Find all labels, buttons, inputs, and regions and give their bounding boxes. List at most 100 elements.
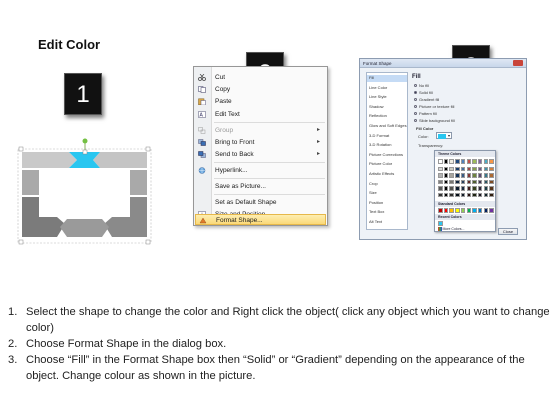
theme-color-swatch[interactable]: [443, 166, 449, 171]
standard-color-swatch[interactable]: [483, 208, 489, 213]
recent-color-swatch[interactable]: [438, 221, 443, 226]
category-item[interactable]: 3-D Rotation: [369, 142, 391, 149]
radio-no-fill[interactable]: No fill: [414, 83, 429, 88]
category-item[interactable]: Position: [369, 200, 383, 207]
menu-item-format-shape[interactable]: Format Shape...: [195, 214, 326, 225]
category-item[interactable]: Picture Corrections: [369, 152, 403, 159]
theme-color-swatch[interactable]: [460, 166, 466, 171]
standard-color-swatch[interactable]: [449, 208, 454, 213]
menu-item-group[interactable]: Group ▸: [195, 125, 326, 136]
theme-color-swatch[interactable]: [477, 186, 483, 191]
theme-color-swatch[interactable]: [443, 159, 449, 164]
standard-color-swatch[interactable]: [455, 208, 460, 213]
theme-color-swatch[interactable]: [489, 173, 494, 178]
standard-color-swatch[interactable]: [472, 208, 477, 213]
theme-color-swatch[interactable]: [483, 159, 489, 164]
theme-color-swatch[interactable]: [489, 186, 494, 191]
theme-color-swatch[interactable]: [455, 179, 460, 184]
radio-pattern-fill[interactable]: Pattern fill: [414, 111, 437, 116]
standard-color-swatch[interactable]: [438, 208, 443, 213]
theme-color-swatch[interactable]: [460, 159, 466, 164]
theme-color-swatch[interactable]: [477, 179, 483, 184]
radio-solid-fill[interactable]: Solid fill: [414, 90, 433, 95]
category-item[interactable]: Fill: [367, 75, 407, 82]
theme-color-swatch[interactable]: [489, 166, 494, 171]
standard-color-swatch[interactable]: [466, 208, 471, 213]
menu-item-paste[interactable]: Paste: [195, 96, 326, 107]
radio-slide-background-fill[interactable]: Slide background fill: [414, 118, 455, 123]
more-colors-link[interactable]: More Colors...: [438, 227, 464, 231]
shape-diagram[interactable]: [17, 137, 152, 245]
category-item[interactable]: Alt Text: [369, 219, 382, 226]
category-item[interactable]: Size: [369, 190, 377, 197]
theme-color-swatch[interactable]: [466, 186, 471, 191]
segmented-frame-shape[interactable]: [17, 137, 152, 245]
theme-color-swatch[interactable]: [489, 192, 494, 197]
theme-color-swatch[interactable]: [438, 173, 443, 178]
theme-color-swatch[interactable]: [483, 166, 489, 171]
standard-color-swatch[interactable]: [477, 208, 483, 213]
theme-color-swatch[interactable]: [489, 179, 494, 184]
menu-item-hyperlink[interactable]: Hyperlink...: [195, 165, 326, 176]
category-item[interactable]: 3-D Format: [369, 133, 389, 140]
theme-color-swatch[interactable]: [466, 192, 471, 197]
category-item[interactable]: Line Style: [369, 94, 387, 101]
close-button[interactable]: Close: [498, 228, 518, 235]
category-item[interactable]: Reflection: [369, 113, 387, 120]
theme-color-swatch[interactable]: [472, 186, 477, 191]
theme-color-swatch[interactable]: [466, 166, 471, 171]
theme-color-swatch[interactable]: [472, 173, 477, 178]
theme-color-swatch[interactable]: [460, 186, 466, 191]
radio-picture-texture-fill[interactable]: Picture or texture fill: [414, 104, 454, 109]
theme-color-swatch[interactable]: [466, 159, 471, 164]
category-item[interactable]: Artistic Effects: [369, 171, 394, 178]
theme-color-swatch[interactable]: [443, 192, 449, 197]
theme-color-swatch[interactable]: [449, 186, 454, 191]
theme-color-swatch[interactable]: [438, 159, 443, 164]
menu-item-copy[interactable]: Copy: [195, 84, 326, 95]
category-item[interactable]: Glow and Soft Edges: [369, 123, 407, 130]
theme-color-swatch[interactable]: [455, 186, 460, 191]
theme-color-swatch[interactable]: [455, 166, 460, 171]
theme-color-swatch[interactable]: [438, 166, 443, 171]
theme-color-swatch[interactable]: [455, 173, 460, 178]
theme-color-swatch[interactable]: [438, 192, 443, 197]
theme-color-swatch[interactable]: [460, 192, 466, 197]
theme-color-swatch[interactable]: [489, 159, 494, 164]
category-item[interactable]: Crop: [369, 181, 378, 188]
close-icon[interactable]: [513, 60, 523, 66]
menu-item-edit-text[interactable]: A Edit Text: [195, 109, 326, 120]
theme-color-swatch[interactable]: [455, 192, 460, 197]
theme-color-swatch[interactable]: [460, 179, 466, 184]
theme-color-swatch[interactable]: [472, 179, 477, 184]
standard-color-swatch[interactable]: [460, 208, 466, 213]
menu-item-bring-to-front[interactable]: Bring to Front ▸: [195, 137, 326, 148]
menu-item-send-to-back[interactable]: Send to Back ▸: [195, 149, 326, 160]
theme-color-swatch[interactable]: [460, 173, 466, 178]
theme-color-swatch[interactable]: [443, 173, 449, 178]
theme-color-swatch[interactable]: [472, 159, 477, 164]
theme-color-swatch[interactable]: [477, 173, 483, 178]
category-item[interactable]: Text Box: [369, 209, 384, 216]
theme-color-swatch[interactable]: [477, 159, 483, 164]
category-item[interactable]: Picture Color: [369, 161, 392, 168]
theme-color-swatch[interactable]: [483, 186, 489, 191]
theme-color-swatch[interactable]: [449, 166, 454, 171]
theme-color-swatch[interactable]: [472, 166, 477, 171]
theme-color-swatch[interactable]: [449, 179, 454, 184]
category-item[interactable]: Line Color: [369, 85, 387, 92]
theme-color-swatch[interactable]: [483, 173, 489, 178]
menu-item-set-as-default-shape[interactable]: Set as Default Shape: [195, 197, 326, 208]
color-dropdown[interactable]: ▾: [436, 132, 452, 139]
theme-color-swatch[interactable]: [455, 159, 460, 164]
category-item[interactable]: Shadow: [369, 104, 383, 111]
theme-color-swatch[interactable]: [466, 173, 471, 178]
menu-item-cut[interactable]: Cut: [195, 72, 326, 83]
theme-color-swatch[interactable]: [477, 192, 483, 197]
theme-color-swatch[interactable]: [477, 166, 483, 171]
theme-color-swatch[interactable]: [449, 173, 454, 178]
theme-color-swatch[interactable]: [438, 186, 443, 191]
theme-color-swatch[interactable]: [449, 159, 454, 164]
theme-color-swatch[interactable]: [472, 192, 477, 197]
theme-color-swatch[interactable]: [449, 192, 454, 197]
